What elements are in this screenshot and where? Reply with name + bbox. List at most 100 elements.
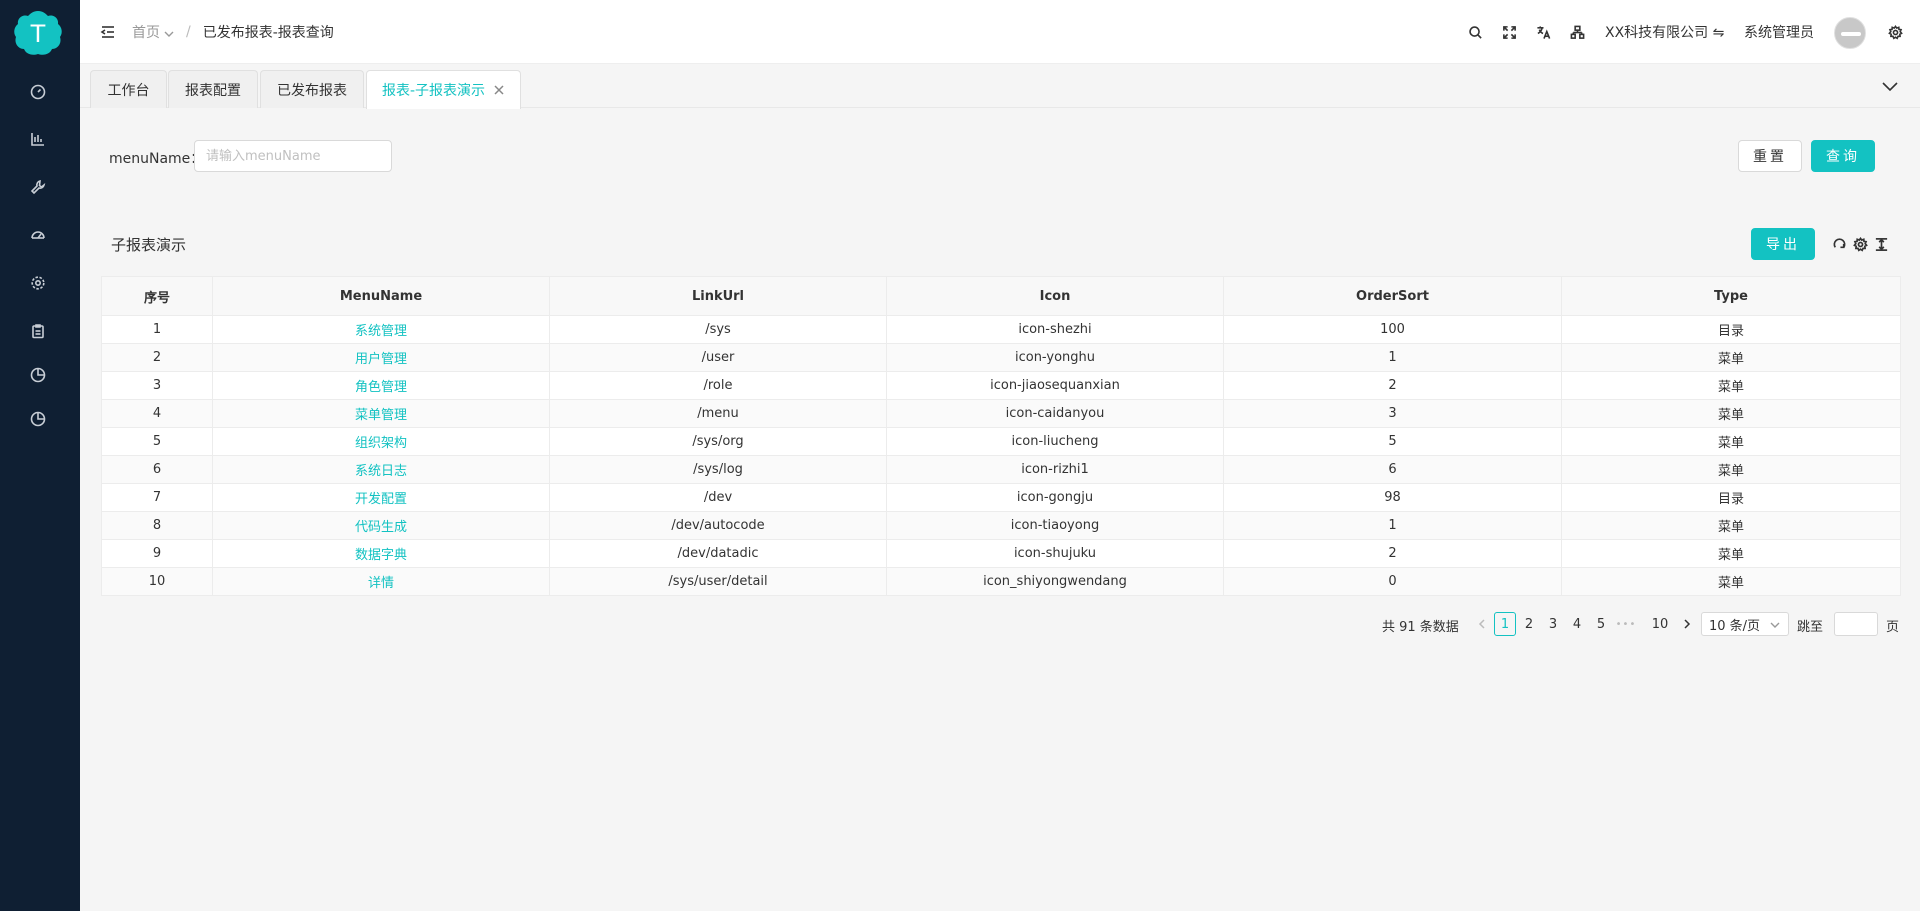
cell-ordersort: 0: [1223, 567, 1562, 596]
cell-icon: icon_shiyongwendang: [886, 567, 1224, 596]
cell-menuname-link[interactable]: 系统日志: [212, 455, 550, 484]
cell-menuname-link[interactable]: 数据字典: [212, 539, 550, 568]
cell-linkurl: /sys: [549, 315, 887, 344]
cell-type: 目录: [1561, 315, 1901, 344]
cell-menuname-link[interactable]: 系统管理: [212, 315, 550, 344]
cell-menuname-link[interactable]: 代码生成: [212, 511, 550, 540]
cell-type: 目录: [1561, 483, 1901, 512]
query-button[interactable]: 查询: [1811, 140, 1875, 172]
settings-icon[interactable]: [1885, 22, 1905, 42]
jump-page-input[interactable]: [1834, 612, 1878, 636]
column-header[interactable]: Icon: [886, 276, 1224, 316]
search-icon[interactable]: [1465, 22, 1485, 42]
page-4[interactable]: 4: [1566, 612, 1588, 636]
cell-menuname-link[interactable]: 详情: [212, 567, 550, 596]
reset-button[interactable]: 重置: [1738, 140, 1802, 172]
avatar[interactable]: [1834, 17, 1866, 49]
cell-linkurl: /user: [549, 343, 887, 372]
column-header[interactable]: Type: [1561, 276, 1901, 316]
tab-subreport-demo[interactable]: 报表-子报表演示: [366, 70, 521, 109]
cell-type: 菜单: [1561, 567, 1901, 596]
cell-icon: icon-caidanyou: [886, 399, 1224, 428]
page-3[interactable]: 3: [1542, 612, 1564, 636]
export-button[interactable]: 导出: [1751, 228, 1815, 260]
chevron-down-icon[interactable]: [1880, 76, 1900, 96]
table-row: 3 角色管理 /role icon-jiaosequanxian 2 菜单: [101, 371, 1901, 400]
menuname-input[interactable]: [194, 140, 392, 172]
settings-icon[interactable]: [1851, 235, 1869, 253]
page-2[interactable]: 2: [1518, 612, 1540, 636]
clipboard-icon[interactable]: [28, 321, 48, 341]
cell-type: 菜单: [1561, 399, 1901, 428]
cell-menuname-link[interactable]: 开发配置: [212, 483, 550, 512]
breadcrumb-home[interactable]: 首页: [132, 22, 160, 42]
user-name[interactable]: 系统管理员: [1744, 22, 1814, 42]
tab-published-reports[interactable]: 已发布报表: [260, 70, 364, 108]
cell-icon: icon-shezhi: [886, 315, 1224, 344]
table-row: 10 详情 /sys/user/detail icon_shiyongwenda…: [101, 567, 1901, 596]
cell-ordersort: 100: [1223, 315, 1562, 344]
wrench-icon[interactable]: [28, 177, 48, 197]
company-switch[interactable]: XX科技有限公司 ⇋: [1605, 22, 1724, 42]
column-header[interactable]: 序号: [101, 276, 213, 316]
cell-ordersort: 1: [1223, 511, 1562, 540]
data-table: 序号 MenuName LinkUrl Icon OrderSort Type …: [101, 276, 1901, 596]
column-header[interactable]: OrderSort: [1223, 276, 1562, 316]
column-header[interactable]: MenuName: [212, 276, 550, 316]
next-page-icon[interactable]: [1676, 612, 1698, 636]
close-icon[interactable]: [493, 84, 505, 96]
cell-menuname-link[interactable]: 角色管理: [212, 371, 550, 400]
breadcrumb-separator: /: [186, 24, 191, 40]
table-row: 6 系统日志 /sys/log icon-rizhi1 6 菜单: [101, 455, 1901, 484]
settings-icon[interactable]: [28, 273, 48, 293]
cell-type: 菜单: [1561, 539, 1901, 568]
cell-linkurl: /sys/user/detail: [549, 567, 887, 596]
app-logo[interactable]: T: [13, 9, 63, 57]
breadcrumb-current: 已发布报表-报表查询: [202, 25, 334, 41]
cell-linkurl: /role: [549, 371, 887, 400]
refresh-icon[interactable]: [1830, 235, 1848, 253]
fullscreen-icon[interactable]: [1499, 22, 1519, 42]
pie-chart-icon[interactable]: [28, 409, 48, 429]
page-ellipsis[interactable]: •••: [1615, 612, 1637, 636]
page-10[interactable]: 10: [1649, 612, 1671, 636]
tab-label: 工作台: [107, 82, 150, 99]
translate-icon[interactable]: [1533, 22, 1553, 42]
cell-icon: icon-rizhi1: [886, 455, 1224, 484]
cell-ordersort: 1: [1223, 343, 1562, 372]
table-row: 8 代码生成 /dev/autocode icon-tiaoyong 1 菜单: [101, 511, 1901, 540]
organization-icon[interactable]: [1567, 22, 1587, 42]
column-height-icon[interactable]: [1872, 235, 1890, 253]
tabs-bar: 工作台 报表配置 已发布报表 报表-子报表演示: [80, 64, 1920, 109]
gauge-icon[interactable]: [28, 225, 48, 245]
cell-linkurl: /dev/datadic: [549, 539, 887, 568]
page-1[interactable]: 1: [1494, 612, 1516, 636]
cell-icon: icon-jiaosequanxian: [886, 371, 1224, 400]
menu-fold-icon[interactable]: [98, 22, 118, 42]
cell-type: 菜单: [1561, 511, 1901, 540]
cell-icon: icon-gongju: [886, 483, 1224, 512]
bar-chart-icon[interactable]: [28, 129, 48, 149]
cell-type: 菜单: [1561, 455, 1901, 484]
page-size-select[interactable]: 10 条/页: [1701, 612, 1789, 636]
cell-menuname-link[interactable]: 菜单管理: [212, 399, 550, 428]
page-5[interactable]: 5: [1590, 612, 1612, 636]
chevron-down-icon: [1770, 622, 1780, 628]
table-title: 子报表演示: [111, 236, 187, 254]
cell-index: 7: [101, 483, 213, 512]
cell-type: 菜单: [1561, 371, 1901, 400]
tab-workbench[interactable]: 工作台: [90, 70, 167, 108]
cell-linkurl: /sys/log: [549, 455, 887, 484]
cell-linkurl: /menu: [549, 399, 887, 428]
cell-icon: icon-shujuku: [886, 539, 1224, 568]
dashboard-icon[interactable]: [28, 82, 48, 102]
tab-report-config[interactable]: 报表配置: [168, 70, 258, 108]
column-header[interactable]: LinkUrl: [549, 276, 887, 316]
pie-chart-icon[interactable]: [28, 365, 48, 385]
cell-icon: icon-tiaoyong: [886, 511, 1224, 540]
prev-page-icon[interactable]: [1471, 612, 1493, 636]
cell-index: 10: [101, 567, 213, 596]
cell-menuname-link[interactable]: 用户管理: [212, 343, 550, 372]
cell-menuname-link[interactable]: 组织架构: [212, 427, 550, 456]
chevron-down-icon[interactable]: [164, 27, 174, 37]
